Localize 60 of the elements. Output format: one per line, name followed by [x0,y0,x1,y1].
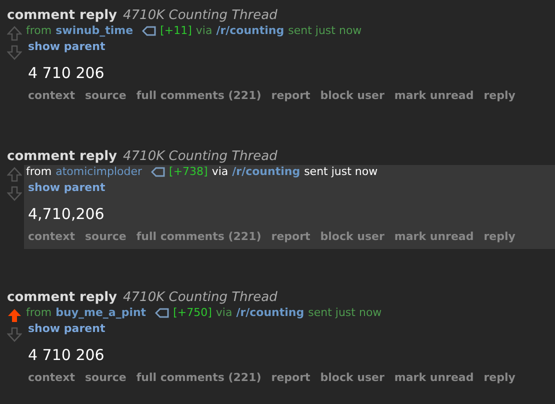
action-link[interactable]: report [271,88,310,104]
show-parent-link[interactable]: show parent [26,39,106,56]
tag-icon[interactable] [155,308,170,318]
downvote-arrow-icon[interactable] [7,186,22,201]
action-link[interactable]: reply [484,228,516,245]
downvote-arrow-icon[interactable] [7,45,22,60]
thread-link[interactable]: 4710K Counting Thread [123,149,278,165]
karma-tag: [+11] [160,24,192,38]
upvote-arrow-icon[interactable] [7,26,22,41]
message-subject: comment reply [6,149,118,165]
via-label: via [216,306,232,320]
action-link[interactable]: context [28,228,75,245]
tag-icon[interactable] [142,26,156,36]
upvote-arrow-icon[interactable] [7,167,22,182]
action-link[interactable]: context [28,88,75,104]
from-label: from [26,165,52,179]
via-label: via [196,24,212,38]
subreddit-link[interactable]: /r/counting [236,306,304,320]
action-link[interactable]: block user [320,228,384,245]
message-body: 4 710 206 [27,346,106,364]
action-link[interactable]: full comments (221) [136,88,262,104]
message-body: 4,710,206 [27,204,106,222]
action-link[interactable]: full comments (221) [136,370,262,386]
from-label: from [26,24,52,38]
via-label: via [212,165,228,179]
show-parent-link[interactable]: show parent [26,180,106,196]
author-link[interactable]: atomicimploder [56,165,142,179]
author-link[interactable]: buy_me_a_pint [56,306,146,320]
action-link[interactable]: context [28,370,75,386]
action-link[interactable]: source [84,228,126,245]
sent-time: sent just now [308,306,382,320]
message-body: 4 710 206 [27,64,106,82]
karma-tag: [+738] [169,165,208,179]
action-link[interactable]: block user [320,88,384,104]
sent-time: sent just now [288,24,362,38]
thread-link[interactable]: 4710K Counting Thread [123,290,278,306]
action-link[interactable]: reply [484,88,516,104]
action-link[interactable]: reply [484,370,516,386]
subreddit-link[interactable]: /r/counting [232,165,300,179]
sent-time: sent just now [304,165,378,179]
tag-icon[interactable] [151,167,166,177]
author-link[interactable]: swinub_time [56,24,134,38]
action-link[interactable]: report [271,370,310,386]
action-link[interactable]: mark unread [394,370,474,386]
downvote-arrow-icon[interactable] [7,327,22,342]
action-link[interactable]: mark unread [394,88,474,104]
show-parent-link[interactable]: show parent [26,321,106,338]
message-subject: comment reply [6,8,118,24]
upvote-arrow-icon[interactable] [7,308,22,323]
thread-link[interactable]: 4710K Counting Thread [123,8,278,24]
action-link[interactable]: source [84,370,126,386]
action-link[interactable]: block user [320,370,384,386]
karma-tag: [+750] [173,306,212,320]
message-subject: comment reply [6,290,118,306]
action-link[interactable]: full comments (221) [136,228,262,245]
action-link[interactable]: report [271,228,310,245]
action-link[interactable]: mark unread [394,228,474,245]
subreddit-link[interactable]: /r/counting [216,24,284,38]
from-label: from [26,306,52,320]
action-link[interactable]: source [84,88,126,104]
